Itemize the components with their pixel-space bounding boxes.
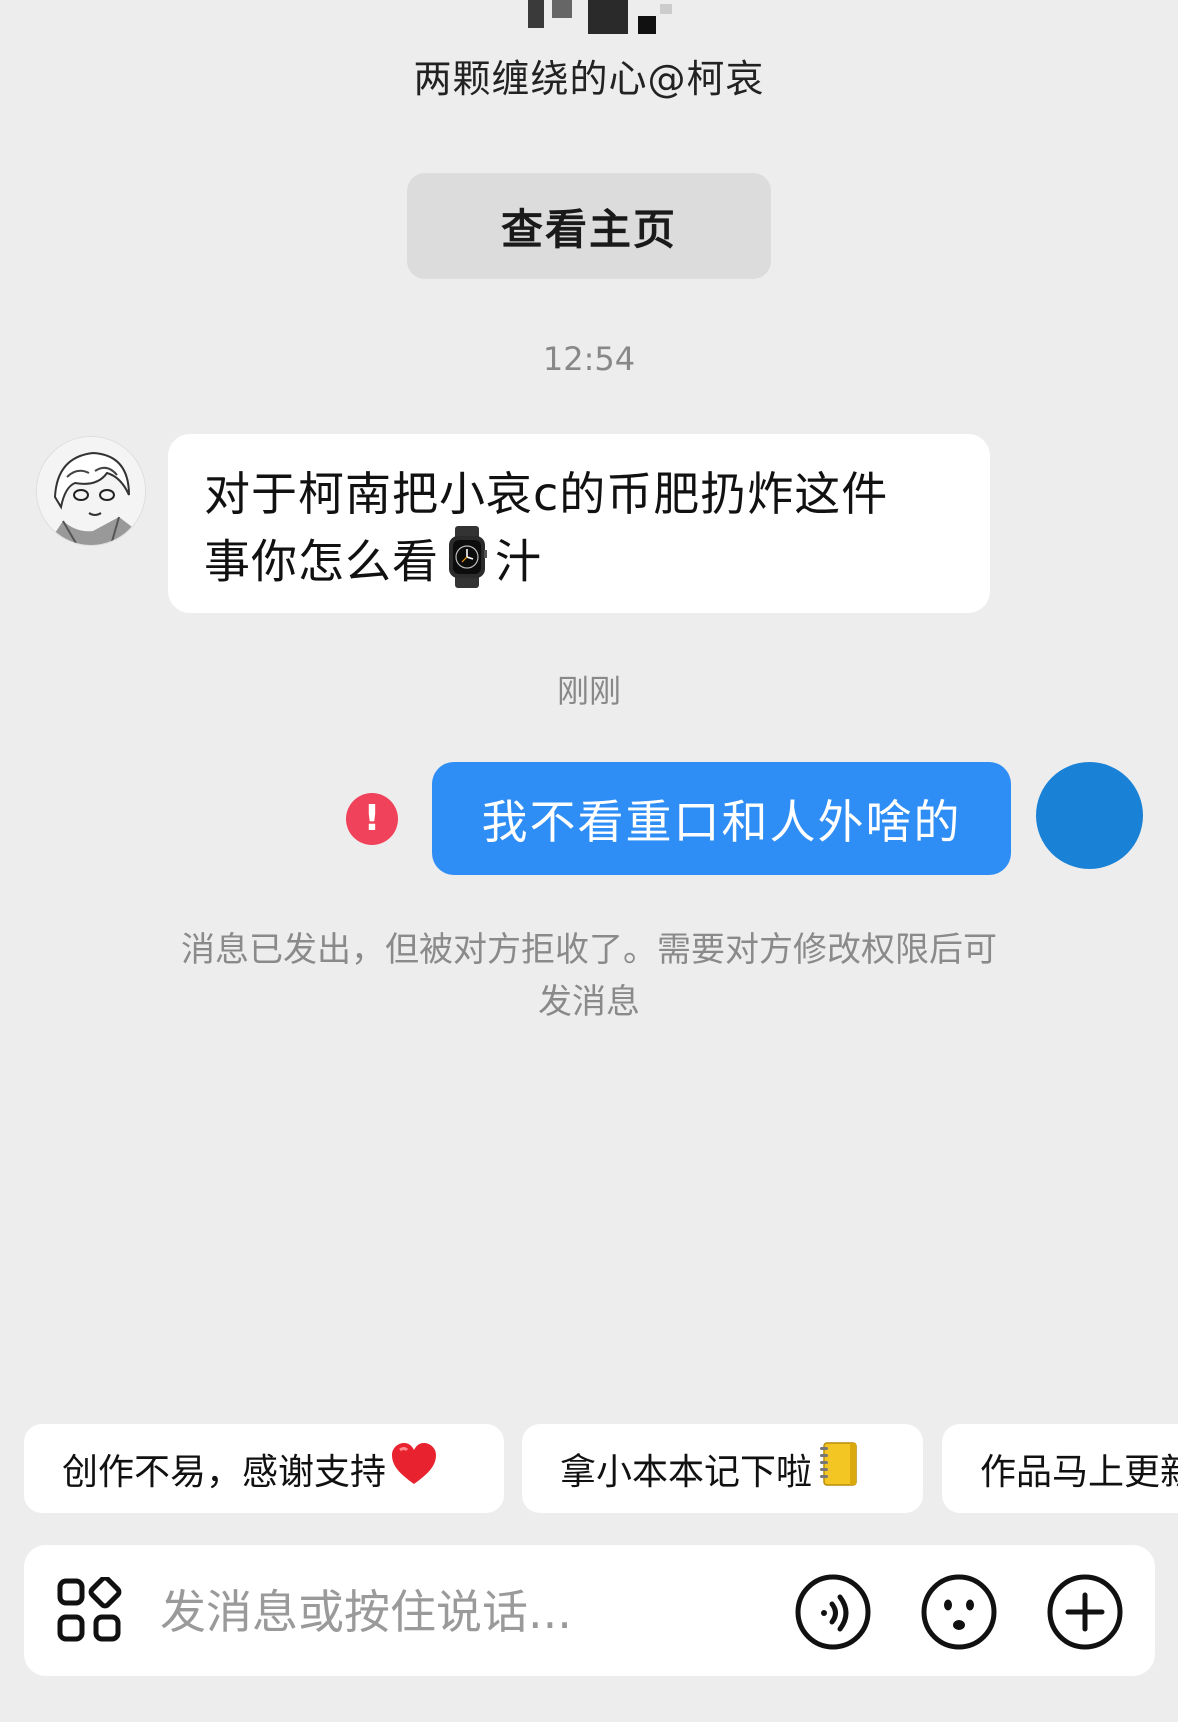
red-heart-icon [390,1442,438,1495]
quick-reply-label: 作品马上更新 [980,1451,1178,1493]
contact-avatar[interactable] [36,436,146,546]
incoming-message-line1: 对于柯南把小哀c的币肥扔炸这件 [204,467,889,521]
quick-reply-chip[interactable]: 作品马上更新 [942,1424,1178,1513]
system-notice: 消息已发出，但被对方拒收了。需要对方修改权限后可 发消息 [140,924,1038,1028]
incoming-message-text-after: 汁 [495,534,542,589]
outgoing-message-text: 我不看重口和人外啥的 [481,794,962,849]
outgoing-message-bubble[interactable]: 我不看重口和人外啥的 [432,762,1011,875]
message-timestamp: 刚刚 [556,672,621,710]
profile-avatar[interactable] [528,0,678,38]
quick-reply-label: 拿小本本记下啦 [560,1451,813,1493]
incoming-message-bubble[interactable]: 对于柯南把小哀c的币肥扔炸这件 事你怎么看 汁 [168,434,990,613]
message-input-bar [24,1545,1155,1676]
emoji-icon[interactable] [920,1573,998,1651]
message-input[interactable] [158,1571,802,1653]
voice-icon[interactable] [794,1573,872,1651]
system-notice-line1: 消息已发出，但被对方拒收了。需要对方修改权限后可 [181,930,997,970]
view-home-button[interactable]: 查看主页 [407,173,771,279]
incoming-message-text-before: 事你怎么看 [204,534,439,589]
profile-name: 两颗缠绕的心@柯哀 [413,57,765,101]
my-avatar[interactable] [1036,762,1143,869]
apps-grid-icon[interactable] [56,1575,122,1643]
quick-reply-chip[interactable]: 创作不易，感谢支持 [24,1424,504,1513]
quick-reply-label: 创作不易，感谢支持 [62,1451,387,1493]
send-failed-error-icon[interactable]: ! [346,793,398,845]
notebook-icon [818,1441,858,1496]
incoming-message-line2: 事你怎么看 汁 [204,526,954,604]
quick-reply-chip[interactable]: 拿小本本记下啦 [522,1424,923,1513]
watch-emoji-icon [447,526,487,604]
system-notice-line2: 发消息 [538,982,640,1022]
plus-icon[interactable] [1046,1573,1124,1651]
message-timestamp: 12:54 [542,340,636,378]
